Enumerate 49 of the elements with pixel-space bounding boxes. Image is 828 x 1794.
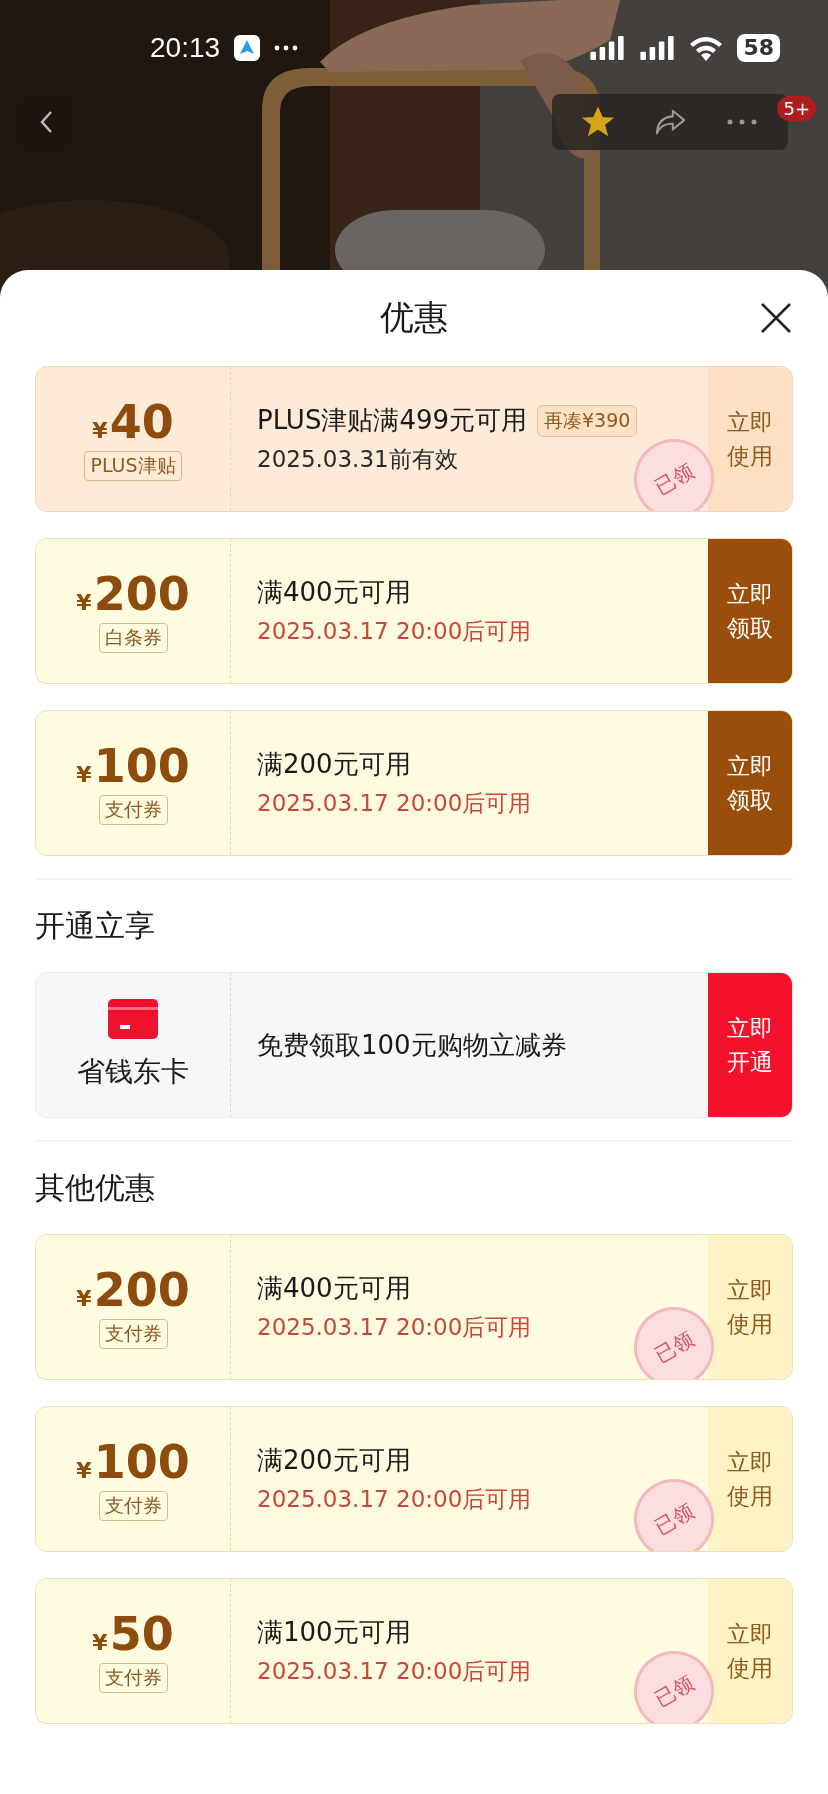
- card-icon: [108, 999, 158, 1039]
- coupon-tag: 白条券: [98, 623, 168, 654]
- coupon-amount: ¥40: [92, 396, 174, 448]
- coupon-validity: 2025.03.17 20:00后可用: [257, 617, 532, 646]
- close-button[interactable]: [760, 302, 792, 334]
- more-icon[interactable]: [726, 118, 758, 125]
- coupon-amount: ¥200: [76, 568, 190, 620]
- coupon-action-button[interactable]: 立即使用: [708, 1579, 792, 1723]
- coupon-validity: 2025.03.17 20:00后可用: [257, 1657, 532, 1686]
- more-icon: [274, 45, 299, 51]
- coupon-condition: 满100元可用: [257, 1616, 411, 1649]
- coupon-tag: 支付券: [98, 1319, 168, 1350]
- coupon-condition: 满200元可用: [257, 1444, 411, 1477]
- coupon-validity: 2025.03.31前有效: [257, 445, 458, 474]
- star-icon[interactable]: [582, 106, 614, 137]
- coupon-amount: ¥200: [76, 1264, 190, 1316]
- signal-icon: [589, 36, 626, 60]
- coupon-validity: 2025.03.17 20:00后可用: [257, 1485, 532, 1514]
- coupon-action-button[interactable]: 立即领取: [708, 711, 792, 855]
- coupon-tag: 支付券: [98, 1491, 168, 1522]
- card-name: 省钱东卡: [77, 1054, 189, 1090]
- sheet-title: 优惠: [380, 296, 448, 339]
- activate-button[interactable]: 立即开通: [708, 973, 792, 1117]
- battery-level: 58: [737, 34, 780, 62]
- coupon-condition: 满400元可用: [257, 1272, 411, 1305]
- coupon-tag: PLUS津贴: [84, 451, 182, 482]
- coupon-amount: ¥100: [76, 1436, 190, 1488]
- coupon-action-button[interactable]: 立即使用: [708, 1235, 792, 1379]
- app-icon: [234, 35, 261, 61]
- coupon-action-button[interactable]: 立即使用: [708, 1407, 792, 1551]
- coupon-amount: ¥50: [92, 1608, 174, 1660]
- section-heading: 其他优惠: [35, 1168, 156, 1207]
- coupon-action-button[interactable]: 立即领取: [708, 539, 792, 683]
- top-up-tag: 再凑¥390: [537, 404, 638, 437]
- chevron-left-icon: [39, 109, 53, 134]
- coupon-condition: PLUS津贴满499元可用: [257, 404, 528, 437]
- signal-icon: [639, 36, 676, 60]
- coupon-validity: 2025.03.17 20:00后可用: [257, 1313, 532, 1342]
- coupon-tag: 支付券: [98, 795, 168, 826]
- coupon-tag: 支付券: [98, 1663, 168, 1694]
- wifi-icon: [689, 35, 724, 61]
- coupon-condition: 满400元可用: [257, 576, 411, 609]
- status-time: 20:13: [150, 32, 221, 64]
- section-heading: 开通立享: [35, 906, 156, 945]
- coupon-action-button[interactable]: 立即使用: [708, 367, 792, 511]
- coupon-condition: 满200元可用: [257, 748, 411, 781]
- coupon-validity: 2025.03.17 20:00后可用: [257, 789, 532, 818]
- card-offer: 免费领取100元购物立减券: [257, 1028, 567, 1062]
- coupon-amount: ¥100: [76, 740, 190, 792]
